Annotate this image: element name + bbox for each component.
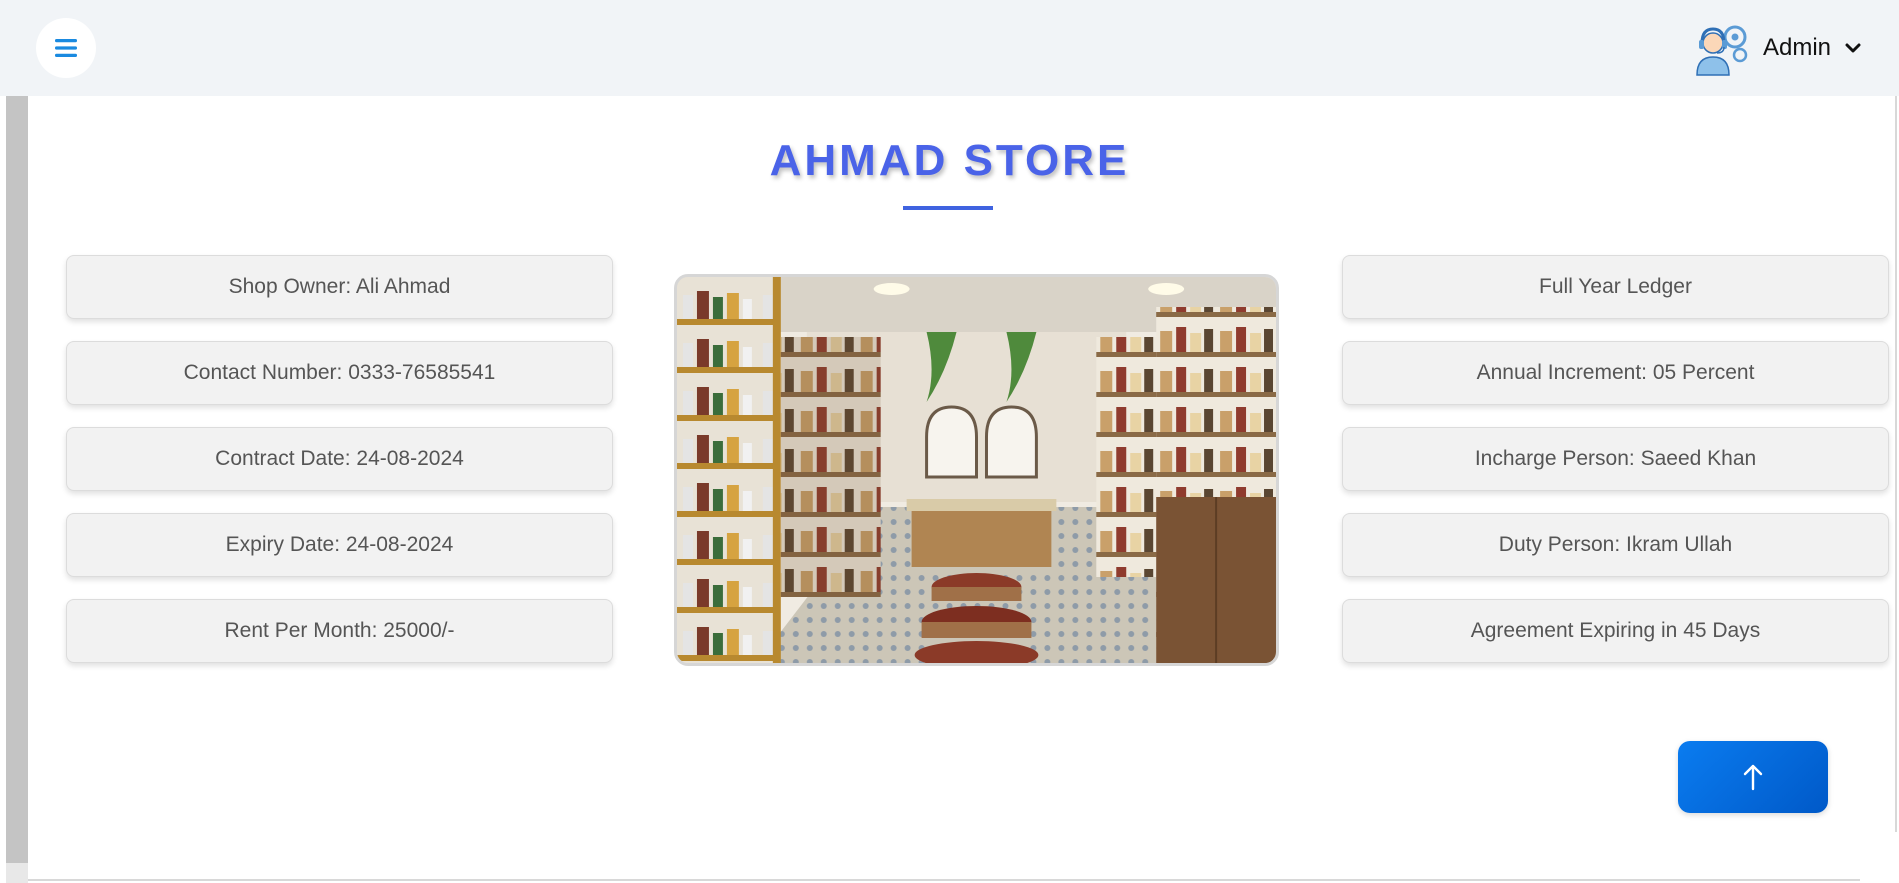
expiry-date-card: Expiry Date: 24-08-2024 — [66, 513, 613, 577]
store-interior-image — [674, 274, 1279, 666]
support-agent-avatar-icon — [1696, 25, 1748, 76]
top-header: Admin — [0, 0, 1899, 96]
rent-per-month-card: Rent Per Month: 25000/- — [66, 599, 613, 663]
chevron-down-icon — [1845, 43, 1861, 53]
user-menu[interactable]: Admin — [1691, 20, 1861, 76]
user-name: Admin — [1762, 34, 1831, 61]
annual-increment-card: Annual Increment: 05 Percent — [1342, 341, 1889, 405]
bottom-border — [28, 879, 1860, 881]
contract-date-card: Contract Date: 24-08-2024 — [66, 427, 613, 491]
store-details-right: Full Year Ledger Annual Increment: 05 Pe… — [1342, 255, 1889, 685]
right-border — [1895, 96, 1897, 832]
left-strip-end — [6, 863, 28, 883]
contact-number-card: Contact Number: 0333-76585541 — [66, 341, 613, 405]
incharge-person-card: Incharge Person: Saeed Khan — [1342, 427, 1889, 491]
arrow-up-icon — [1743, 764, 1763, 791]
shop-owner-card: Shop Owner: Ali Ahmad — [66, 255, 613, 319]
full-year-ledger-card[interactable]: Full Year Ledger — [1342, 255, 1889, 319]
left-scroll-strip — [6, 96, 28, 863]
hamburger-icon — [55, 39, 77, 57]
title-underline — [903, 206, 993, 210]
duty-person-card: Duty Person: Ikram Ullah — [1342, 513, 1889, 577]
back-to-top-button[interactable] — [1678, 741, 1828, 813]
page-title: AHMAD STORE — [769, 136, 1130, 185]
store-details-left: Shop Owner: Ali Ahmad Contact Number: 03… — [66, 255, 613, 685]
menu-toggle-button[interactable] — [36, 18, 96, 78]
agreement-expiry-card: Agreement Expiring in 45 Days — [1342, 599, 1889, 663]
